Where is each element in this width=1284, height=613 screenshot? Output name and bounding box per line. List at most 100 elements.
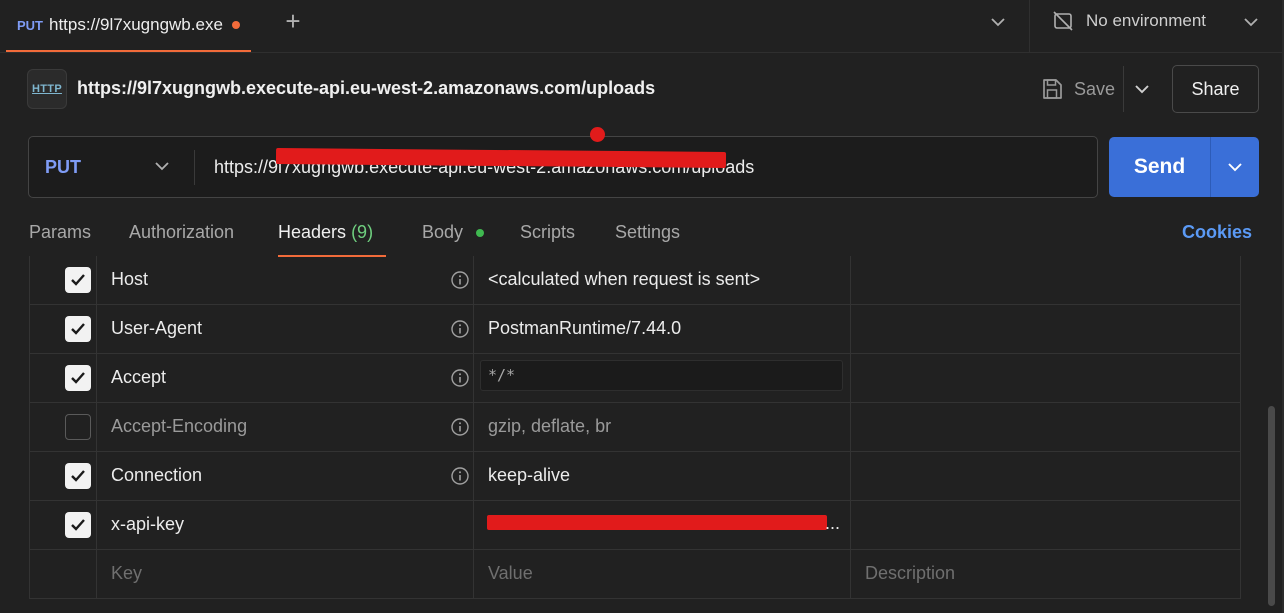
check-cell	[29, 452, 97, 501]
description-cell[interactable]	[851, 452, 1241, 501]
header-value: gzip, deflate, br	[488, 416, 612, 436]
tab-settings[interactable]: Settings	[615, 222, 680, 243]
header-value: keep-alive	[488, 465, 571, 485]
value-input[interactable]: */*	[480, 360, 843, 391]
check-cell	[29, 501, 97, 550]
info-icon[interactable]	[450, 368, 470, 388]
check-cell	[29, 256, 97, 305]
request-tab[interactable]: PUT https://9l7xugngwb.exe	[6, 0, 251, 52]
key-placeholder: Key	[111, 563, 143, 583]
table-row: Accept-Encoding gzip, deflate, br	[29, 403, 1241, 452]
table-row: Connection keep-alive	[29, 452, 1241, 501]
info-icon[interactable]	[450, 270, 470, 290]
value-cell[interactable]: gzip, deflate, br	[474, 403, 851, 452]
info-icon[interactable]	[450, 466, 470, 486]
header-key: Accept-Encoding	[111, 416, 248, 436]
checkmark-icon	[71, 372, 85, 384]
check-cell	[29, 550, 97, 599]
checkmark-icon	[71, 470, 85, 482]
share-button[interactable]: Share	[1172, 65, 1259, 113]
divider	[1029, 0, 1030, 52]
scrollbar[interactable]	[1268, 406, 1275, 606]
save-button[interactable]: Save	[1036, 66, 1126, 112]
checkmark-icon	[71, 323, 85, 335]
unsaved-indicator	[231, 21, 240, 29]
value-cell[interactable]: Value	[474, 550, 851, 599]
send-button[interactable]: Send	[1109, 137, 1259, 197]
description-cell[interactable]	[851, 501, 1241, 550]
method-chevron-down-icon[interactable]	[150, 156, 174, 176]
header-checkbox[interactable]	[65, 512, 91, 538]
value-cell[interactable]: keep-alive	[474, 452, 851, 501]
save-icon	[1043, 79, 1062, 99]
description-cell[interactable]	[851, 256, 1241, 305]
tab-method: PUT	[17, 17, 43, 33]
request-subtabs: Params Authorization Headers (9) Body Sc…	[0, 210, 1284, 258]
header-checkbox[interactable]	[65, 365, 91, 391]
tab-headers-label: Headers	[278, 222, 347, 242]
header-key: x-api-key	[111, 514, 185, 534]
info-icon[interactable]	[450, 417, 470, 437]
table-row-new: Key Value Description	[29, 550, 1241, 599]
http-icon-label: HTTP	[32, 83, 62, 95]
table-row: Host <calculated when request is sent>	[29, 256, 1241, 305]
description-cell[interactable]: Description	[851, 550, 1241, 599]
key-cell[interactable]: Accept	[97, 354, 474, 403]
redaction-mark	[487, 515, 827, 530]
header-checkbox[interactable]	[65, 414, 91, 440]
info-icon[interactable]	[450, 319, 470, 339]
no-environment-icon	[1053, 11, 1073, 31]
environment-selector[interactable]: No environment	[1052, 0, 1206, 42]
header-key: Host	[111, 269, 149, 289]
key-cell[interactable]: Connection	[97, 452, 474, 501]
http-icon: HTTP	[27, 69, 67, 109]
tab-body[interactable]: Body	[422, 222, 463, 243]
header-value: ...	[825, 513, 841, 533]
tab-headers[interactable]: Headers (9)	[278, 222, 373, 243]
check-cell	[29, 305, 97, 354]
method-select[interactable]: PUT	[45, 157, 81, 178]
description-cell[interactable]	[851, 354, 1241, 403]
check-cell	[29, 354, 97, 403]
redaction-dot	[590, 127, 605, 142]
cookies-link[interactable]: Cookies	[1182, 222, 1252, 243]
new-tab-plus-icon[interactable]: +	[281, 8, 305, 34]
send-options-chevron-down-icon[interactable]	[1222, 157, 1248, 177]
description-cell[interactable]	[851, 403, 1241, 452]
key-cell[interactable]: Host	[97, 256, 474, 305]
key-cell[interactable]: User-Agent	[97, 305, 474, 354]
divider	[1210, 137, 1211, 197]
description-cell[interactable]	[851, 305, 1241, 354]
header-key: Accept	[111, 367, 167, 387]
checkmark-icon	[71, 519, 85, 531]
tab-bar: PUT https://9l7xugngwb.exe + No environm…	[0, 0, 1284, 53]
value-cell[interactable]: */*	[474, 354, 851, 403]
header-key: Connection	[111, 465, 203, 485]
header-checkbox[interactable]	[65, 316, 91, 342]
value-cell[interactable]: PostmanRuntime/7.44.0	[474, 305, 851, 354]
header-key: User-Agent	[111, 318, 203, 338]
header-checkbox[interactable]	[65, 463, 91, 489]
tab-authorization[interactable]: Authorization	[129, 222, 234, 243]
value-cell[interactable]: <calculated when request is sent>	[474, 256, 851, 305]
check-cell	[29, 403, 97, 452]
send-label: Send	[1133, 155, 1186, 178]
headers-count: (9)	[351, 222, 374, 242]
divider	[194, 150, 195, 185]
tab-title: https://9l7xugngwb.exe	[49, 15, 223, 34]
request-title[interactable]: https://9l7xugngwb.execute-api.eu-west-2…	[77, 78, 655, 99]
header-value: <calculated when request is sent>	[488, 269, 761, 289]
tab-params[interactable]: Params	[29, 222, 91, 243]
environment-chevron-down-icon[interactable]	[1238, 12, 1264, 32]
tabs-chevron-down-icon[interactable]	[985, 12, 1011, 32]
table-row: Accept */*	[29, 354, 1241, 403]
save-options-chevron-down-icon[interactable]	[1129, 79, 1155, 99]
tab-scripts[interactable]: Scripts	[520, 222, 575, 243]
key-cell[interactable]: Key	[97, 550, 474, 599]
body-indicator-dot	[476, 229, 484, 237]
checkmark-icon	[71, 274, 85, 286]
header-checkbox[interactable]	[65, 267, 91, 293]
key-cell[interactable]: x-api-key	[97, 501, 474, 550]
header-value: PostmanRuntime/7.44.0	[488, 318, 682, 338]
key-cell[interactable]: Accept-Encoding	[97, 403, 474, 452]
